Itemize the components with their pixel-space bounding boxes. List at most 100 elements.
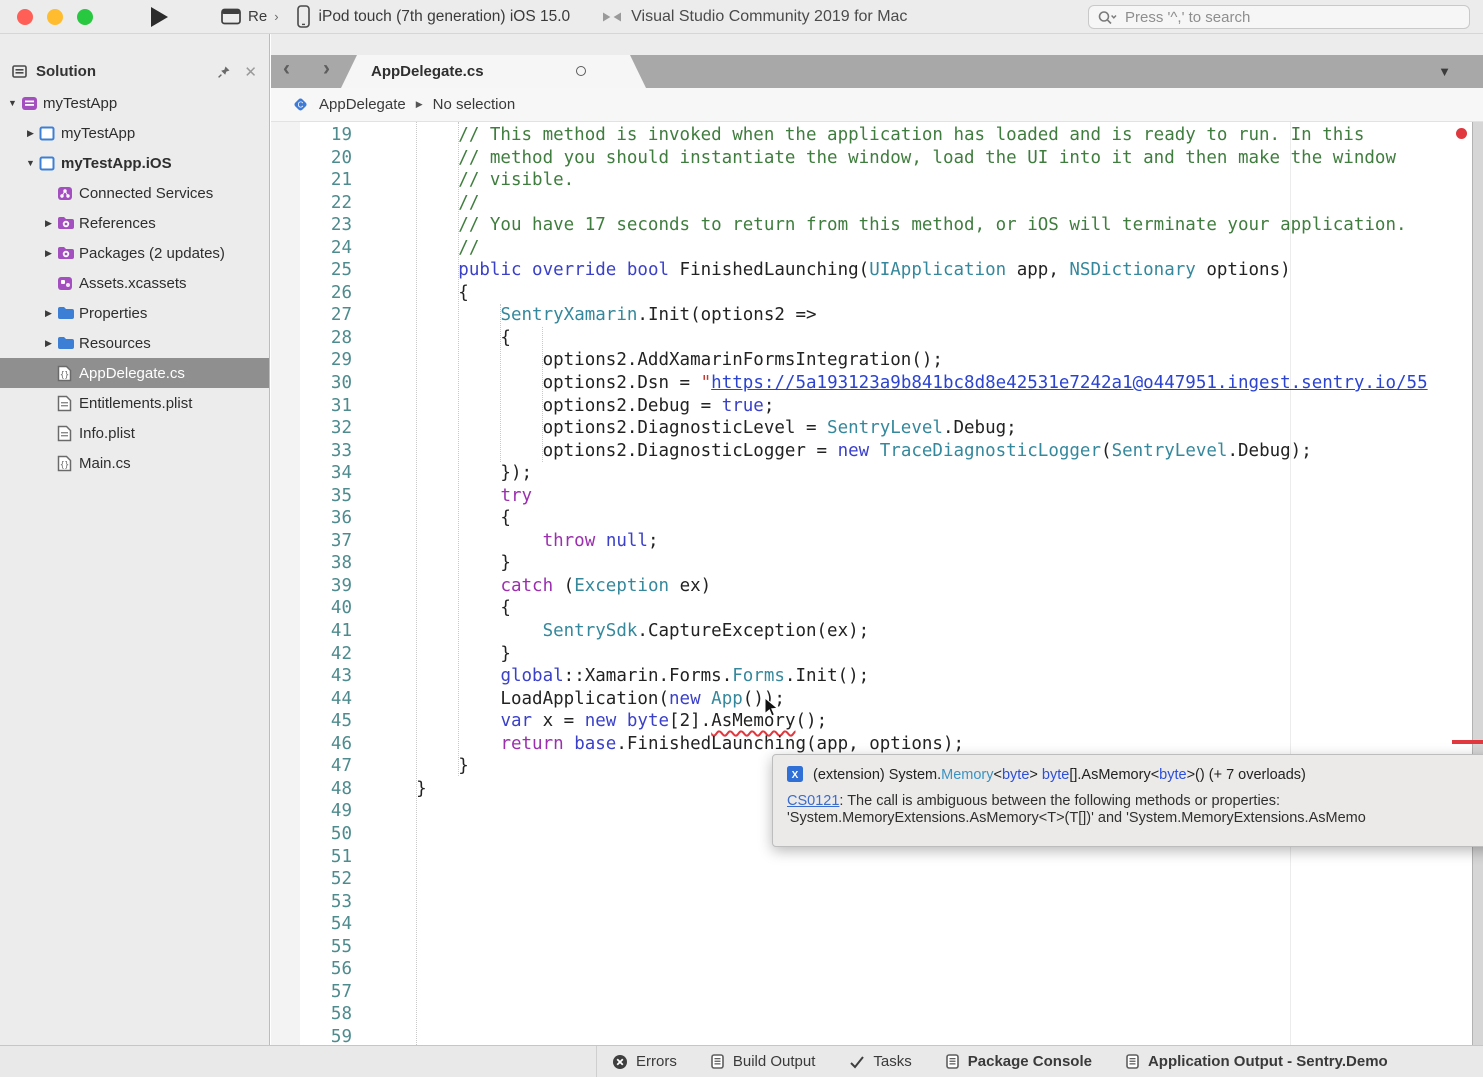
code-line[interactable]: 25 public override bool FinishedLaunchin… [271, 259, 1483, 282]
close-icon[interactable]: ✕ [244, 63, 257, 81]
scrollbar[interactable] [1472, 122, 1483, 1045]
tree-item-resources[interactable]: ▶Resources [0, 328, 269, 358]
code-line[interactable]: 31 options2.Debug = true; [271, 395, 1483, 418]
pin-icon[interactable] [217, 65, 231, 79]
code-line[interactable]: 59 [271, 1026, 1483, 1045]
tree-item-mytestapp[interactable]: ▼myTestApp [0, 88, 269, 118]
code-token: AsMemory [711, 711, 795, 731]
tree-item-assets-xcassets[interactable]: Assets.xcassets [0, 268, 269, 298]
tree-item-mytestapp[interactable]: ▶myTestApp [0, 118, 269, 148]
code-line[interactable]: 38 } [271, 552, 1483, 575]
document-icon [1126, 1054, 1140, 1070]
method-signature: (extension) System.Memory<byte> byte[].A… [813, 767, 1306, 783]
code-line[interactable]: 52 [271, 868, 1483, 891]
error-code-link[interactable]: CS0121 [787, 793, 839, 809]
code-line[interactable]: 41 SentrySdk.CaptureException(ex); [271, 620, 1483, 643]
tree-item-packages-2-updates[interactable]: ▶Packages (2 updates) [0, 238, 269, 268]
code-line[interactable]: 45 var x = new byte[2].AsMemory(); [271, 710, 1483, 733]
folder-blue-icon [57, 305, 79, 321]
code-token: options2.DiagnosticLogger = [374, 441, 838, 461]
folder-purple-icon [57, 245, 79, 261]
plist-file-icon [57, 395, 79, 412]
code-line[interactable]: 54 [271, 913, 1483, 936]
dsn-url-link[interactable]: https://5a193123a9b841bc8d8e42531e7242a1… [711, 373, 1427, 393]
chevron-right-icon[interactable]: ▶ [40, 218, 57, 229]
code-line[interactable]: 26 { [271, 282, 1483, 305]
breadcrumb-selection[interactable]: No selection [433, 96, 516, 113]
code-line[interactable]: 29 options2.AddXamarinFormsIntegration()… [271, 349, 1483, 372]
statusbar-item-errors[interactable]: Errors [612, 1053, 677, 1070]
minimize-window-button[interactable] [47, 9, 63, 25]
code-line[interactable]: 20 // method you should instantiate the … [271, 147, 1483, 170]
tree-item-mytestapp-ios[interactable]: ▼myTestApp.iOS [0, 148, 269, 178]
tree-item-info-plist[interactable]: Info.plist [0, 418, 269, 448]
code-line[interactable]: 55 [271, 936, 1483, 959]
code-editor[interactable]: 19 // This method is invoked when the ap… [271, 122, 1483, 1045]
statusbar-item-build-output[interactable]: Build Output [711, 1053, 816, 1070]
error-marker[interactable] [1456, 128, 1467, 139]
code-line[interactable]: 58 [271, 1003, 1483, 1026]
code-line[interactable]: 53 [271, 891, 1483, 914]
code-line[interactable]: 42 } [271, 643, 1483, 666]
code-line[interactable]: 33 options2.DiagnosticLogger = new Trace… [271, 440, 1483, 463]
chevron-down-icon[interactable]: ▼ [22, 158, 39, 168]
chevron-right-icon[interactable]: ▶ [40, 248, 57, 259]
code-line[interactable]: 21 // visible. [271, 169, 1483, 192]
line-number: 52 [271, 868, 352, 891]
tree-item-connected-services[interactable]: Connected Services [0, 178, 269, 208]
code-line[interactable]: 39 catch (Exception ex) [271, 575, 1483, 598]
line-number: 33 [271, 440, 352, 463]
code-line[interactable]: 28 { [271, 327, 1483, 350]
breadcrumb-class[interactable]: AppDelegate [319, 96, 406, 113]
line-number: 25 [271, 259, 352, 282]
code-line[interactable]: 24 // [271, 237, 1483, 260]
code-line[interactable]: 32 options2.DiagnosticLevel = SentryLeve… [271, 417, 1483, 440]
close-window-button[interactable] [17, 9, 33, 25]
chevron-right-icon[interactable]: ▶ [22, 128, 39, 139]
tree-item-appdelegate-cs[interactable]: {}AppDelegate.cs [0, 358, 269, 388]
code-line[interactable]: 23 // You have 17 seconds to return from… [271, 214, 1483, 237]
code-line[interactable]: 27 SentryXamarin.Init(options2 => [271, 304, 1483, 327]
play-icon [149, 6, 169, 28]
code-token [616, 711, 627, 731]
navigate-back-button[interactable]: ‹ [283, 57, 290, 81]
zoom-window-button[interactable] [77, 9, 93, 25]
error-marker[interactable] [1452, 740, 1483, 744]
code-line[interactable]: 35 try [271, 485, 1483, 508]
navigate-forward-button[interactable]: › [323, 57, 330, 81]
code-line[interactable]: 57 [271, 981, 1483, 1004]
code-line[interactable]: 34 }); [271, 462, 1483, 485]
chevron-down-icon[interactable]: ▼ [4, 98, 21, 108]
code-line[interactable]: 46 return base.FinishedLaunching(app, op… [271, 733, 1483, 756]
statusbar-item-tasks[interactable]: Tasks [849, 1053, 911, 1070]
code-line[interactable]: 44 LoadApplication(new App()); [271, 688, 1483, 711]
code-line[interactable]: 43 global::Xamarin.Forms.Forms.Init(); [271, 665, 1483, 688]
tree-item-entitlements-plist[interactable]: Entitlements.plist [0, 388, 269, 418]
code-line[interactable]: 30 options2.Dsn = "https://5a193123a9b84… [271, 372, 1483, 395]
search-input[interactable]: Press '^,' to search [1088, 5, 1470, 29]
code-token: " [701, 373, 712, 393]
statusbar-item-application-output-sentry-demo[interactable]: Application Output - Sentry.Demo [1126, 1053, 1388, 1070]
code-line[interactable]: 56 [271, 958, 1483, 981]
run-button[interactable] [149, 6, 169, 28]
statusbar-item-package-console[interactable]: Package Console [946, 1053, 1092, 1070]
tab-list-dropdown-icon[interactable]: ▼ [1438, 64, 1451, 79]
code-line[interactable]: 36 { [271, 507, 1483, 530]
code-area[interactable]: 19 // This method is invoked when the ap… [271, 124, 1483, 1045]
tree-item-main-cs[interactable]: {}Main.cs [0, 448, 269, 478]
code-token: { [374, 508, 511, 528]
chevron-right-icon[interactable]: ▶ [40, 308, 57, 319]
pad-title: Solution [36, 63, 96, 80]
tab-appdelegate-cs[interactable]: AppDelegate.cs [341, 55, 646, 88]
build-configuration-selector[interactable]: Re › [221, 8, 279, 25]
code-line[interactable]: 37 throw null; [271, 530, 1483, 553]
chevron-right-icon[interactable]: ▶ [40, 338, 57, 349]
device-selector[interactable]: iPod touch (7th generation) iOS 15.0 [297, 5, 571, 28]
tree-item-properties[interactable]: ▶Properties [0, 298, 269, 328]
code-line[interactable]: 19 // This method is invoked when the ap… [271, 124, 1483, 147]
code-line[interactable]: 40 { [271, 597, 1483, 620]
line-number: 50 [271, 823, 352, 846]
code-line[interactable]: 51 [271, 846, 1483, 869]
tree-item-references[interactable]: ▶References [0, 208, 269, 238]
code-line[interactable]: 22 // [271, 192, 1483, 215]
